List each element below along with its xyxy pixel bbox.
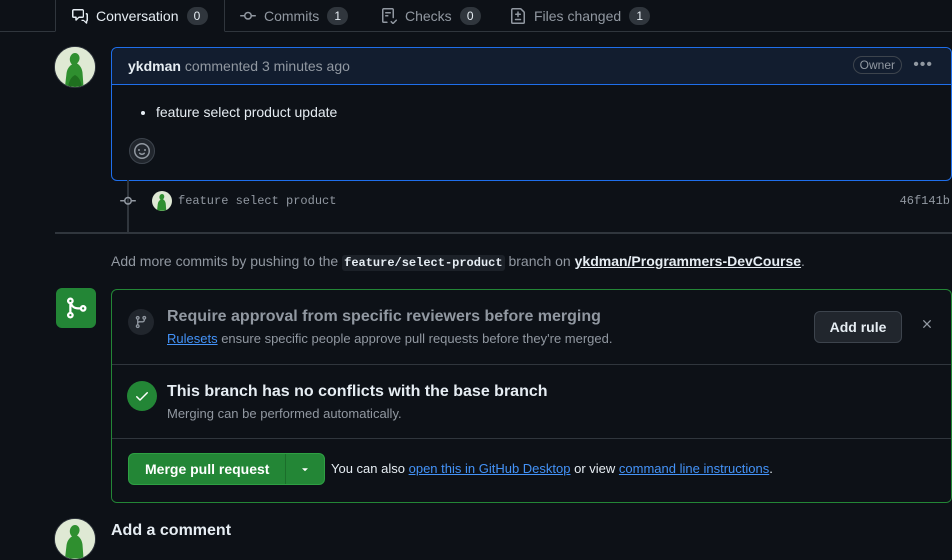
commit-sha[interactable]: 46f141b — [900, 194, 950, 208]
merge-alternatives: You can also open this in GitHub Desktop… — [331, 461, 773, 476]
add-rule-button[interactable]: Add rule — [814, 311, 902, 343]
command-line-instructions-link[interactable]: command line instructions — [619, 461, 769, 476]
checklist-icon — [382, 7, 397, 24]
open-in-desktop-link[interactable]: open this in GitHub Desktop — [409, 461, 571, 476]
git-commit-icon — [120, 196, 136, 205]
alt-middle: or view — [574, 461, 616, 476]
avatar-image — [157, 194, 167, 211]
merge-options-dropdown[interactable] — [286, 454, 324, 484]
branch-name[interactable]: feature/select-product — [342, 255, 505, 271]
comment-discussion-icon — [72, 8, 88, 24]
rulesets-link[interactable]: Rulesets — [167, 331, 218, 346]
merge-button-group: Merge pull request — [128, 453, 326, 485]
repo-link[interactable]: ykdman/Programmers-DevCourse — [575, 253, 801, 269]
push-note-prefix: Add more commits by pushing to the — [111, 253, 339, 269]
add-comment-title: Add a comment — [111, 522, 232, 539]
ruleset-icon-wrap — [128, 309, 154, 335]
tab-checks[interactable]: Checks 0 — [381, 0, 481, 31]
close-icon[interactable] — [920, 317, 934, 331]
tab-label: Commits — [264, 7, 320, 24]
tab-label: Files changed — [534, 7, 622, 24]
avatar-image — [55, 519, 95, 559]
tab-conversation[interactable]: Conversation 0 — [55, 0, 225, 32]
tab-counter: 1 — [629, 6, 651, 25]
git-branch-icon — [135, 315, 147, 329]
alt-prefix: You can also — [331, 461, 405, 476]
owner-badge: Owner — [852, 56, 902, 74]
push-note: Add more commits by pushing to the featu… — [111, 253, 805, 271]
comment-box: ykdman commented 3 minutes ago Owner •••… — [111, 47, 952, 181]
merge-box: Require approval from specific reviewers… — [111, 289, 952, 503]
file-diff-icon — [511, 7, 525, 24]
git-commit-icon — [240, 11, 256, 20]
conflict-status-section: This branch has no conflicts with the ba… — [112, 365, 951, 439]
ruleset-section: Require approval from specific reviewers… — [112, 290, 951, 365]
timeline-divider — [55, 232, 952, 234]
no-conflicts-title: This branch has no conflicts with the ba… — [167, 383, 548, 400]
commit-row: feature select product 46f141b — [116, 189, 952, 213]
comment-timestamp[interactable]: commented 3 minutes ago — [185, 58, 350, 74]
pr-tabs: Conversation 0 Commits 1 Checks 0 Files … — [0, 0, 952, 32]
check-circle-icon — [127, 381, 157, 411]
kebab-menu-icon[interactable]: ••• — [913, 56, 933, 74]
avatar[interactable] — [54, 46, 96, 88]
merge-actions-section: Merge pull request You can also open thi… — [112, 439, 951, 502]
comment-author[interactable]: ykdman — [128, 58, 181, 74]
tab-counter: 0 — [186, 6, 208, 25]
alt-suffix: . — [769, 461, 773, 476]
comment-header: ykdman commented 3 minutes ago Owner ••• — [112, 48, 951, 85]
triangle-down-icon — [302, 468, 309, 472]
comment-body: feature select product update — [128, 104, 337, 120]
no-conflicts-description: Merging can be performed automatically. — [167, 406, 402, 421]
tab-counter: 0 — [459, 6, 481, 25]
merge-status-icon — [56, 288, 96, 328]
comment-list-item: feature select product update — [156, 104, 337, 120]
git-merge-icon — [67, 297, 87, 319]
commit-avatar[interactable] — [152, 191, 172, 211]
push-note-suffix: . — [801, 253, 805, 269]
avatar-image — [55, 47, 95, 87]
tab-files-changed[interactable]: Files changed 1 — [510, 0, 651, 31]
tab-label: Checks — [405, 7, 452, 24]
avatar[interactable] — [54, 518, 96, 560]
ruleset-description: Rulesets ensure specific people approve … — [167, 331, 612, 346]
smiley-icon — [134, 143, 150, 159]
tab-label: Conversation — [96, 7, 179, 24]
ruleset-desc-text: ensure specific people approve pull requ… — [221, 331, 613, 346]
push-note-middle: branch on — [508, 253, 571, 269]
ruleset-title: Require approval from specific reviewers… — [167, 308, 601, 325]
tab-commits[interactable]: Commits 1 — [240, 0, 349, 31]
commit-message[interactable]: feature select product — [178, 194, 336, 208]
tab-counter: 1 — [327, 6, 349, 25]
merge-pull-request-button[interactable]: Merge pull request — [129, 454, 287, 484]
add-reaction-button[interactable] — [129, 138, 155, 164]
